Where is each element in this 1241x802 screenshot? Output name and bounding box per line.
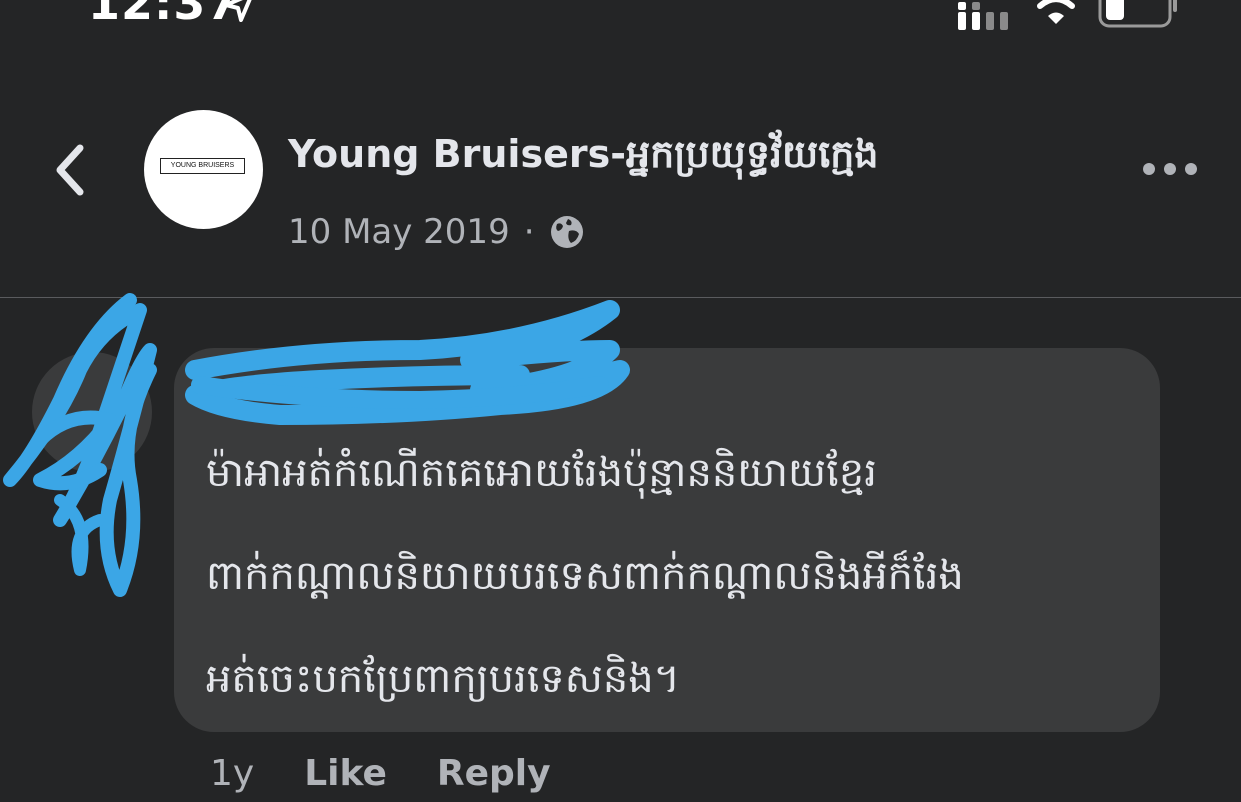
page-avatar[interactable]: YOUNG BRUISERS [144, 110, 263, 229]
reply-button[interactable]: Reply [437, 753, 551, 794]
globe-icon [550, 216, 583, 248]
comment-line: ម៉ាអាអត់កំណើតគេអោយរែងប៉ុន្មាននិយាយខ្មែរ [206, 450, 877, 496]
like-button[interactable]: Like [304, 753, 387, 794]
wifi-icon [1037, 0, 1075, 24]
status-bar: 12:37 [0, 0, 1241, 40]
more-options-button[interactable] [1140, 156, 1200, 182]
signal-icon [958, 2, 1008, 30]
meta-separator: · [523, 212, 535, 252]
battery-icon [1098, 0, 1177, 28]
post-date[interactable]: 10 May 2019 [288, 212, 510, 252]
status-time: 12:37 [88, 0, 240, 30]
comment-line: ពាក់កណ្តាលនិយាយបរទេសពាក់កណ្តាលនិងអីក៏រែង [206, 553, 964, 599]
commenter-avatar[interactable] [32, 352, 152, 472]
back-button[interactable] [48, 140, 92, 200]
comment-actions: 1y Like Reply [210, 748, 601, 798]
page-logo: YOUNG BRUISERS [160, 158, 245, 174]
location-arrow-icon [224, 0, 252, 22]
header-divider [0, 297, 1241, 298]
comment-bubble: ម៉ាអាអត់កំណើតគេអោយរែងប៉ុន្មាននិយាយខ្មែរ … [174, 348, 1160, 732]
post-meta: 10 May 2019 · [288, 212, 585, 252]
page-name[interactable]: Young Bruisers-អ្នកប្រយុទ្ធវ័យក្មេង [288, 130, 879, 186]
comment-text: ម៉ាអាអត់កំណើតគេអោយរែងប៉ុន្មាននិយាយខ្មែរ … [206, 422, 1136, 731]
comment-line: អត់ចេះបកប្រែពាក្យបរទេសនិង។ [206, 656, 681, 702]
comment-age[interactable]: 1y [210, 753, 254, 794]
